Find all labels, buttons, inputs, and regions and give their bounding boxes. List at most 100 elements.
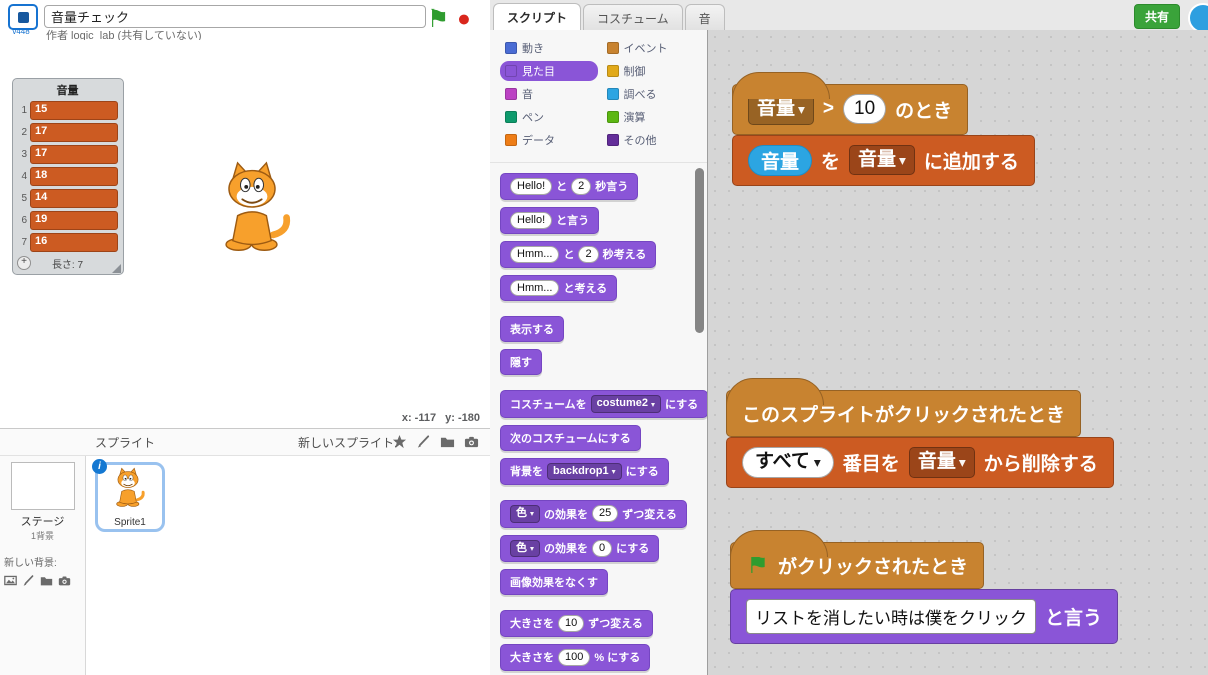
- palette-block-11[interactable]: 画像効果をなくす: [500, 568, 608, 595]
- palette-block-13[interactable]: 大きさを 100% にする: [500, 643, 651, 671]
- caret-down-icon: ▾: [530, 543, 534, 553]
- text-input[interactable]: Hmm...: [510, 279, 560, 297]
- palette-block-1[interactable]: Hello! と言う: [500, 206, 600, 234]
- list-row-value[interactable]: 15: [30, 101, 118, 120]
- palette-block-8[interactable]: 背景を backdrop1 ▾ にする: [500, 457, 669, 486]
- palette-block-4[interactable]: 表示する: [500, 316, 564, 343]
- list-resize-handle[interactable]: [112, 264, 121, 273]
- palette-block-0[interactable]: Hello! と 2 秒言う: [500, 173, 639, 200]
- palette-block-12[interactable]: 大きさを 10 ずつ変える: [500, 609, 653, 637]
- camera-icon[interactable]: [58, 574, 71, 587]
- sprite-info-icon[interactable]: i: [92, 459, 107, 474]
- block-label: と: [556, 181, 568, 194]
- palette-category-1[interactable]: イベント: [602, 38, 700, 58]
- number-input[interactable]: 2: [578, 245, 599, 263]
- mouse-x: x: -117: [401, 412, 437, 424]
- list-row-value[interactable]: 17: [30, 145, 118, 164]
- block-label: と言う: [1045, 608, 1103, 629]
- upload-sprite-icon[interactable]: [440, 434, 455, 449]
- list-monitor[interactable]: 音量 1 15 2 17 3 17 4 18 5 14 6 19 7 16 + 長さ: 7: [12, 78, 124, 275]
- list-row: 2 17: [17, 123, 118, 142]
- sprite-cat-image[interactable]: [204, 160, 300, 256]
- dropdown-value: backdrop1: [553, 464, 609, 477]
- new-sprite-library-icon[interactable]: [392, 434, 407, 449]
- dropdown-value: costume2: [596, 397, 649, 410]
- stop-button[interactable]: ●: [457, 7, 471, 30]
- paint-brush-icon[interactable]: [22, 574, 35, 587]
- palette-block-6[interactable]: コスチュームを costume2 ▾ にする: [500, 390, 707, 418]
- sprite-thumbnail-sprite1[interactable]: i Sprite1: [92, 459, 165, 532]
- account-button[interactable]: [1188, 3, 1208, 33]
- number-input[interactable]: 10: [843, 94, 887, 125]
- stage-thumbnail-label: ステージ: [20, 516, 65, 528]
- dropdown[interactable]: 色 ▾: [510, 539, 540, 557]
- dropdown[interactable]: 音量 ▾: [849, 144, 915, 176]
- category-color-square: [606, 134, 619, 146]
- hat-block[interactable]: このスプライトがクリックされたとき: [726, 378, 1082, 437]
- palette-category-0[interactable]: 動き: [500, 38, 598, 58]
- palette-category-5[interactable]: 調べる: [602, 84, 700, 104]
- list-row-value[interactable]: 16: [30, 233, 118, 252]
- number-input[interactable]: 100: [558, 648, 591, 666]
- palette-block-3[interactable]: Hmm... と考える: [500, 274, 618, 302]
- paint-brush-icon[interactable]: [416, 434, 431, 449]
- sprite-panel-title: スプライト: [95, 436, 156, 450]
- palette-category-9[interactable]: その他: [602, 130, 700, 150]
- palette-category-8[interactable]: データ: [500, 130, 598, 150]
- stack-block[interactable]: リストを消したい時は僕をクリック と言う: [730, 589, 1119, 644]
- loudness-reporter-block[interactable]: 音量: [748, 144, 813, 176]
- palette-category-3[interactable]: 制御: [602, 61, 700, 81]
- number-input[interactable]: 10: [558, 614, 585, 632]
- palette-category-7[interactable]: 演算: [602, 107, 700, 127]
- upload-backdrop-icon[interactable]: [40, 574, 53, 587]
- list-row-value[interactable]: 17: [30, 123, 118, 142]
- list-row-value[interactable]: 18: [30, 167, 118, 186]
- palette-block-2[interactable]: Hmm... と 2 秒考える: [500, 240, 657, 268]
- backdrop-library-icon[interactable]: [4, 574, 17, 587]
- palette-scrollbar[interactable]: [695, 168, 704, 333]
- green-flag-button[interactable]: ⚑: [427, 7, 449, 32]
- project-title-input[interactable]: [44, 5, 426, 28]
- number-input[interactable]: 25: [591, 505, 619, 523]
- hat-block[interactable]: 音量 ▾ >10 のとき: [732, 72, 969, 135]
- number-input[interactable]: 0: [591, 539, 613, 557]
- camera-icon[interactable]: [464, 434, 479, 449]
- palette-category-2[interactable]: 見た目: [500, 61, 598, 81]
- text-input[interactable]: Hmm...: [510, 245, 560, 263]
- text-input[interactable]: リストを消したい時は僕をクリック: [746, 599, 1036, 634]
- stage-thumbnail[interactable]: [10, 462, 75, 510]
- category-label: 演算: [623, 112, 646, 124]
- palette-blocks: Hello! と 2 秒言う Hello! と言う Hmm... と 2 秒考える Hmm... と考…: [490, 163, 707, 671]
- palette-block-5[interactable]: 隠す: [500, 349, 542, 376]
- number-input[interactable]: 2: [571, 178, 592, 195]
- dropdown[interactable]: backdrop1 ▾: [547, 462, 622, 481]
- share-button[interactable]: 共有: [1133, 4, 1180, 29]
- palette-category-6[interactable]: ペン: [500, 107, 598, 127]
- palette-category-4[interactable]: 音: [500, 84, 598, 104]
- mouse-coordinates: x: -117 y: -180: [0, 412, 490, 428]
- scripts-canvas[interactable]: 音量 ▾ >10 のとき 音量を音量 ▾ に追加する このスプライトがクリックされたとき すべて…: [708, 30, 1208, 675]
- palette-block-10[interactable]: 色 ▾ の効果を 0 にする: [500, 534, 660, 562]
- dropdown[interactable]: すべて ▾: [742, 447, 834, 478]
- block-label: ずつ変える: [622, 508, 677, 521]
- caret-down-icon: ▾: [813, 454, 821, 470]
- dropdown[interactable]: 音量 ▾: [748, 94, 814, 125]
- stack-block[interactable]: すべて ▾ 番目を 音量 ▾ から削除する: [726, 437, 1114, 488]
- dropdown[interactable]: costume2 ▾: [590, 395, 661, 413]
- stack-block[interactable]: 音量を音量 ▾ に追加する: [732, 134, 1035, 186]
- sprite-panel-header: スプライト 新しいスプライト:: [0, 428, 490, 456]
- palette-block-9[interactable]: 色 ▾ の効果を 25 ずつ変える: [500, 500, 687, 528]
- dropdown-value: 音量: [858, 148, 897, 170]
- palette-block-7[interactable]: 次のコスチュームにする: [500, 424, 641, 451]
- list-add-button[interactable]: +: [17, 256, 31, 270]
- text-input[interactable]: Hello!: [510, 178, 553, 195]
- text-input[interactable]: Hello!: [510, 211, 553, 229]
- dropdown[interactable]: 音量 ▾: [908, 447, 975, 478]
- block-label: 次のコスチュームにする: [510, 432, 631, 445]
- hat-block[interactable]: ⚑ がクリックされたとき: [730, 530, 985, 589]
- new-sprite-buttons: [392, 434, 479, 449]
- dropdown[interactable]: 色 ▾: [510, 505, 540, 523]
- list-row-value[interactable]: 19: [30, 211, 118, 230]
- list-row-value[interactable]: 14: [30, 189, 118, 208]
- block-label: と: [563, 249, 575, 262]
